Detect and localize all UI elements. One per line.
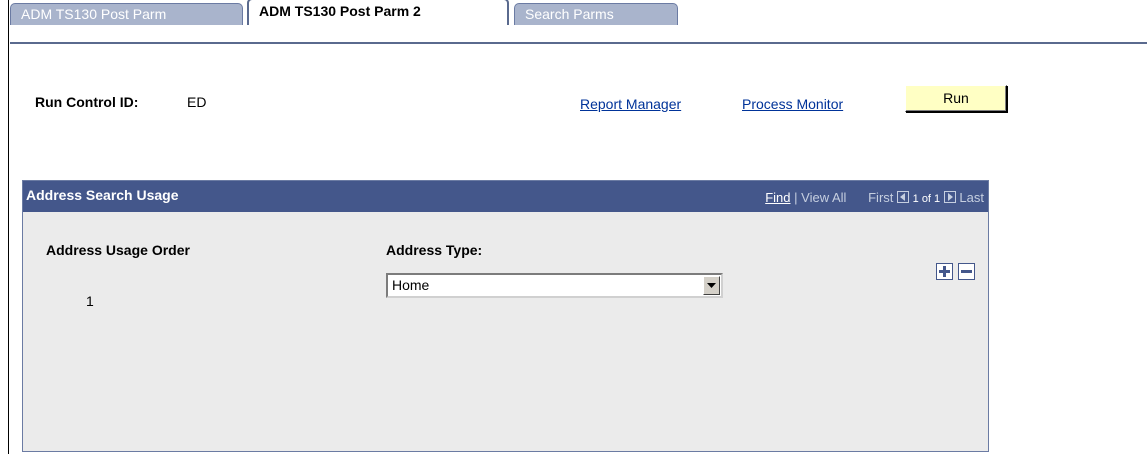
address-type-selected-value: Home [392, 277, 430, 293]
run-control-id-value: ED [187, 94, 207, 110]
tab-adm-ts130-post-parm[interactable]: ADM TS130 Post Parm [10, 3, 243, 25]
page-left-border [8, 0, 9, 454]
run-button[interactable]: Run [905, 85, 1007, 112]
plus-icon[interactable] [936, 263, 953, 280]
grid-header: Address Search Usage Find | View All Fir… [23, 181, 988, 212]
address-search-usage-grid: Address Search Usage Find | View All Fir… [22, 180, 989, 452]
report-manager-link[interactable]: Report Manager [580, 96, 681, 112]
nav-separator: | [794, 190, 798, 205]
tab-search-parms[interactable]: Search Parms [514, 3, 678, 25]
tab-bar-underline [10, 42, 1147, 44]
minus-icon[interactable] [958, 263, 975, 280]
grid-navigation: Find | View All First 1 of 1 Last [765, 190, 984, 205]
address-type-select[interactable]: Home [386, 273, 723, 298]
run-control-id-label: Run Control ID: [35, 94, 139, 110]
arrow-left-icon[interactable] [897, 191, 910, 203]
find-link[interactable]: Find [765, 190, 790, 205]
chevron-down-icon[interactable] [703, 276, 720, 295]
process-monitor-link[interactable]: Process Monitor [742, 96, 843, 112]
first-label[interactable]: First [868, 190, 893, 205]
last-label[interactable]: Last [959, 190, 984, 205]
address-usage-order-value: 1 [86, 293, 94, 309]
view-all-link[interactable]: View All [801, 190, 846, 205]
arrow-right-icon[interactable] [943, 191, 956, 203]
grid-title: Address Search Usage [26, 187, 179, 203]
row-position: 1 of 1 [912, 193, 941, 205]
address-type-header: Address Type: [386, 242, 483, 258]
tab-adm-ts130-post-parm-2[interactable]: ADM TS130 Post Parm 2 [247, 0, 509, 25]
address-usage-order-header: Address Usage Order [46, 242, 190, 258]
